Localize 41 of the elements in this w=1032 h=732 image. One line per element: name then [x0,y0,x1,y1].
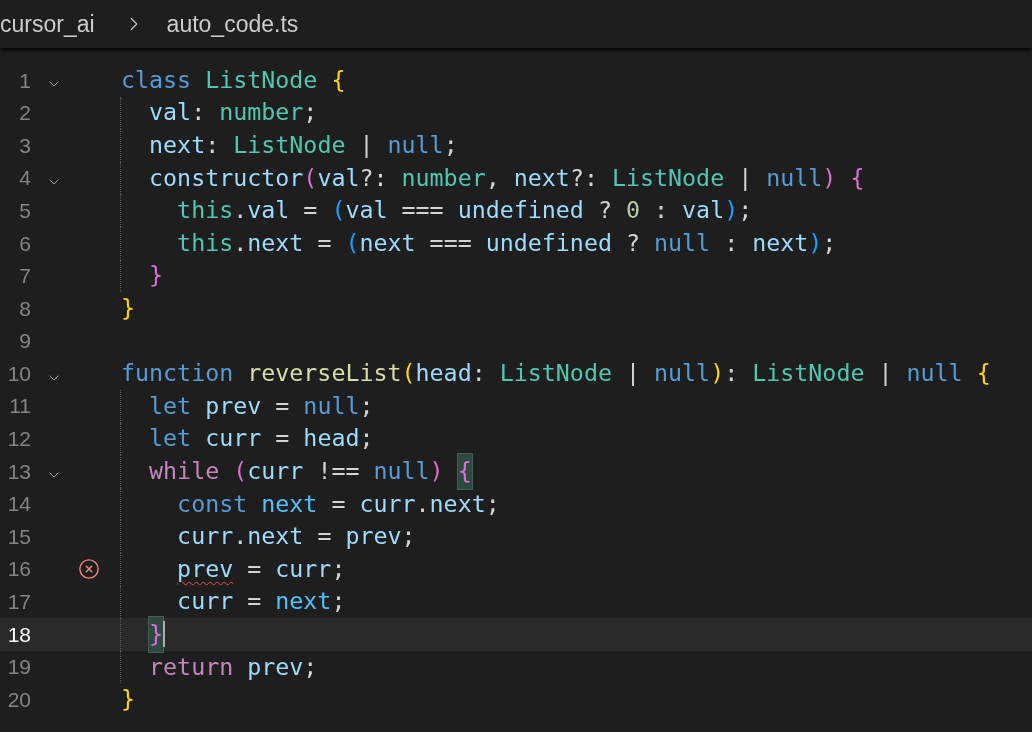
code-line: constructor(val?: number, next?: ListNode | null) { [121,161,865,195]
code-line: val: number; [121,96,318,130]
line-number: 12 [6,426,31,453]
code-line: } [121,618,166,651]
line-number: 3 [18,132,31,159]
code-line: this.val = (val === undefined ? 0 : val); [121,194,753,227]
code-line: let curr = head; [121,422,374,456]
line-number: 6 [18,230,31,257]
code-line: curr.next = prev; [121,520,416,553]
line-number: 1 [18,67,31,94]
line-number: 5 [18,197,31,224]
code-line: while (curr !== null) { [121,455,472,488]
code-line: } [121,259,164,293]
line-number: 19 [6,654,31,681]
line-number: 18 [6,621,31,648]
code-line: prev = curr; [121,552,346,586]
code-line: class ListNode { [121,64,346,95]
line-number: 20 [6,686,31,713]
breadcrumb-item[interactable]: cursor_ai [0,6,95,42]
line-number: 17 [6,589,31,616]
line-number: 7 [18,263,31,290]
code-line: return prev; [121,650,318,684]
line-number: 10 [6,360,31,387]
line-number: 2 [18,100,31,127]
line-number: 8 [18,295,31,322]
line-number: 9 [18,328,31,355]
line-number: 11 [8,393,31,420]
line-number: 13 [6,458,31,485]
line-number: 4 [18,165,31,192]
code-line: const next = curr.next; [121,487,500,521]
error-icon[interactable] [78,558,100,581]
line-number: 15 [6,523,31,550]
line-number: 14 [6,491,31,518]
line-number: 16 [6,556,31,583]
code-line: next: ListNode | null; [121,129,458,162]
breadcrumb-item[interactable]: auto_code.ts [166,6,299,42]
code-line: function reverseList(head: ListNode | null): ListNode | null { [121,358,991,389]
code-line: this.next = (next === undefined ? null : next); [121,226,837,260]
code-line: } [121,293,136,323]
code-line: let prev = null; [121,389,374,423]
code-line: } [121,684,136,715]
